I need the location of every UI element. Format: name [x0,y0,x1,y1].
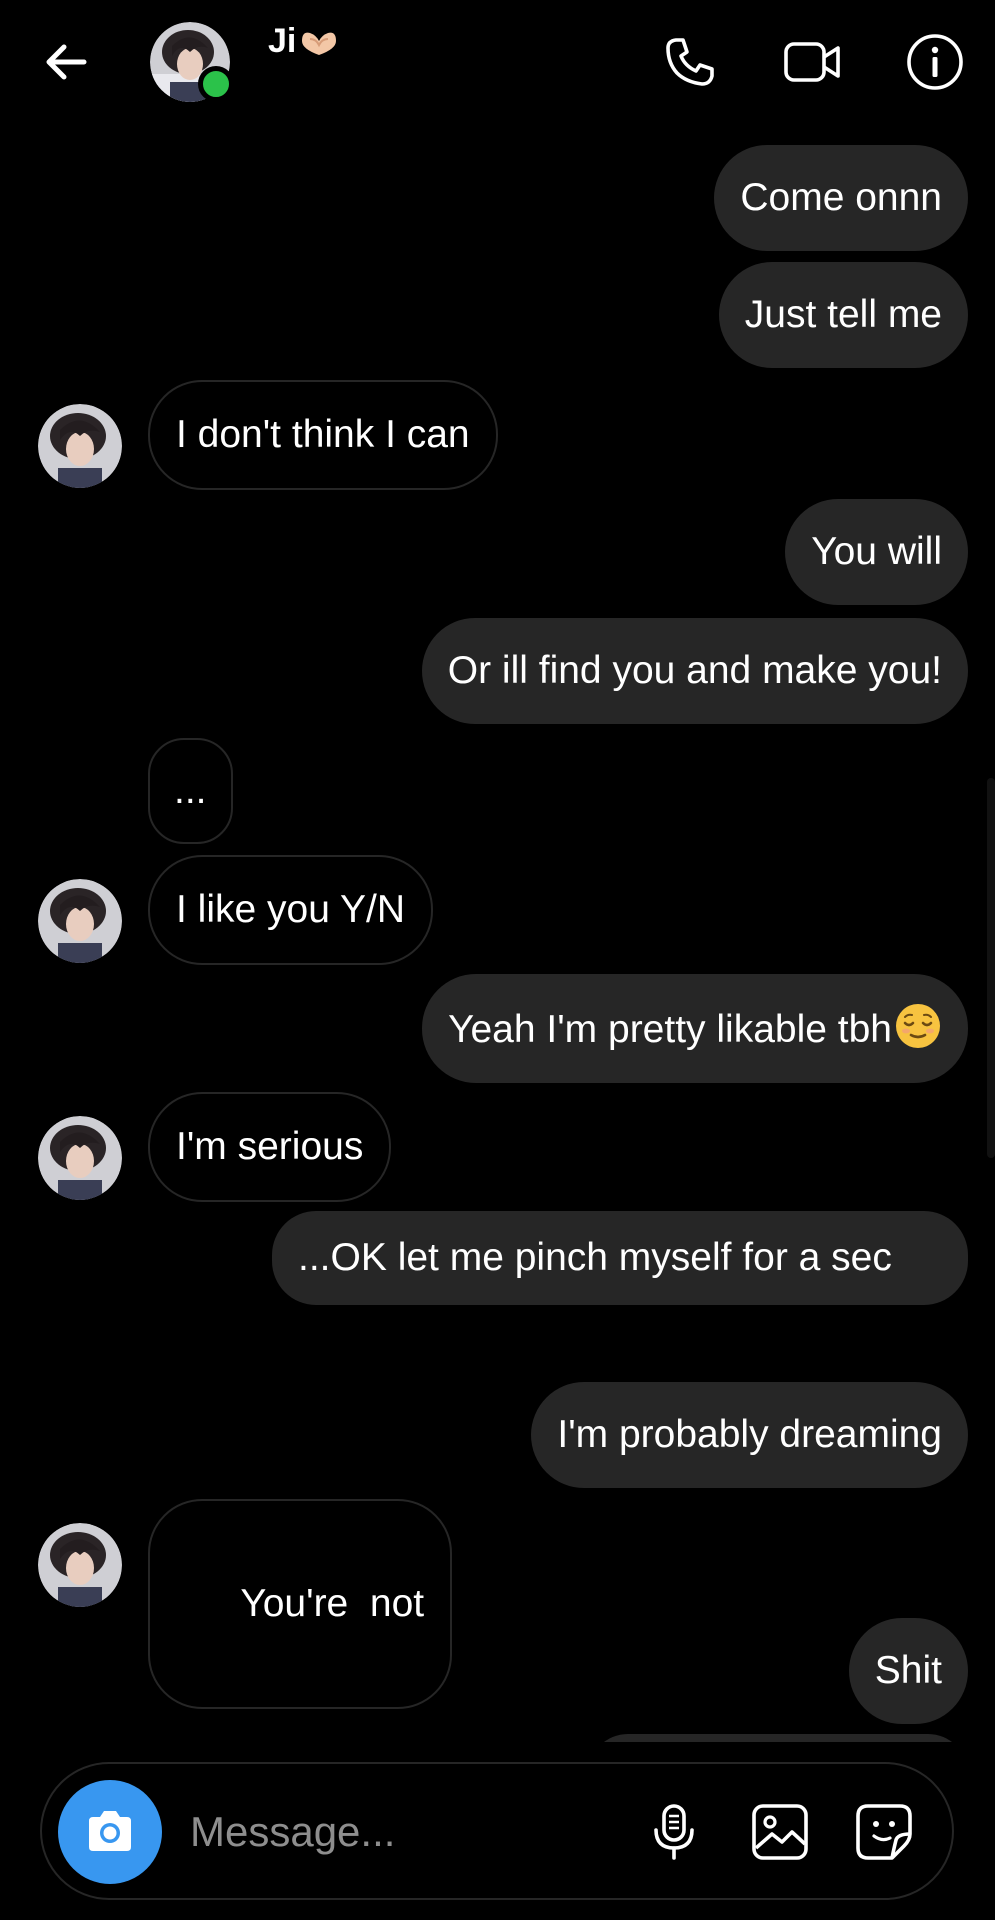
video-camera-icon[interactable] [782,32,842,92]
message-row: I'm serious [0,1092,995,1202]
message-row: ... [0,738,995,844]
sender-avatar[interactable] [38,879,122,963]
camera-button[interactable] [58,1780,162,1884]
chat-header: Ji [0,0,995,130]
sticker-icon[interactable] [852,1800,916,1864]
message-text: Yeah I'm pretty likable tbh [448,1008,892,1051]
image-icon[interactable] [748,1800,812,1864]
camera-icon [89,1811,131,1851]
message-text: You will [811,530,942,573]
contact-name-text: Ji [268,22,297,60]
back-arrow-icon[interactable] [38,34,94,90]
info-icon[interactable] [905,32,965,92]
scrollbar[interactable] [987,778,995,1158]
message-row: Just tell me [0,262,995,368]
message-row: Yeah I'm pretty likable tbh [0,974,995,1083]
phone-icon[interactable] [660,32,720,92]
message-row: I like you Y/N [0,855,995,965]
message-text: I don't think I can [176,413,470,456]
message-text: I'm probably dreaming [557,1413,942,1456]
sender-avatar[interactable] [38,1523,122,1607]
message-text: ...OK let me pinch myself for a sec [298,1236,892,1279]
message-text: Come onnn [740,176,942,219]
relieved-face-emoji-icon [896,1004,940,1048]
message-list[interactable]: Come onnn Just tell me I don't think I c… [0,130,995,1742]
outgoing-message-bubble[interactable]: Come onnn [714,145,968,251]
message-text: Or ill find you and make you! [447,649,942,692]
contact-avatar[interactable] [150,22,234,102]
incoming-message-bubble[interactable]: I don't think I can [148,380,498,490]
message-text: ... [174,769,207,812]
message-row: I don't think I can [0,380,995,490]
online-status-dot [198,66,234,102]
outgoing-message-bubble[interactable]: Yeah I'm pretty likable tbh [422,974,968,1083]
outgoing-message-bubble[interactable]: Just tell me [718,262,968,368]
sender-avatar[interactable] [38,1116,122,1200]
outgoing-message-bubble[interactable]: Or ill find you and make you! [421,618,968,724]
sender-avatar[interactable] [38,404,122,488]
message-row: You will [0,499,995,605]
message-text: I like you Y/N [176,888,406,931]
outgoing-message-bubble[interactable]: You will [785,499,968,605]
incoming-message-bubble[interactable]: I'm serious [148,1092,392,1202]
message-row: Come onnn [0,145,995,251]
microphone-icon[interactable] [642,1800,706,1864]
message-text: Shit [874,1649,942,1692]
message-text: Just tell me [744,293,942,336]
outgoing-message-bubble[interactable] [588,1734,968,1742]
message-row: Or ill find you and make you! [0,618,995,724]
message-composer [40,1762,954,1900]
message-row [0,1734,995,1742]
incoming-message-bubble[interactable]: I like you Y/N [148,855,434,965]
contact-name[interactable]: Ji [268,22,340,61]
incoming-message-bubble[interactable]: ... [148,738,233,844]
message-row: I'm probably dreaming [0,1382,995,1488]
outgoing-message-bubble[interactable]: Shit [848,1618,968,1724]
message-row: You're not [0,1499,995,1709]
outgoing-message-bubble[interactable]: I'm probably dreaming [531,1382,968,1488]
message-text: I'm serious [176,1125,364,1168]
message-row: Shit [0,1618,995,1724]
message-row: ...OK let me pinch myself for a sec [0,1211,995,1367]
heart-hands-emoji-icon [302,32,337,55]
outgoing-message-bubble[interactable]: ...OK let me pinch myself for a sec [272,1211,968,1305]
message-input[interactable] [188,1798,632,1866]
